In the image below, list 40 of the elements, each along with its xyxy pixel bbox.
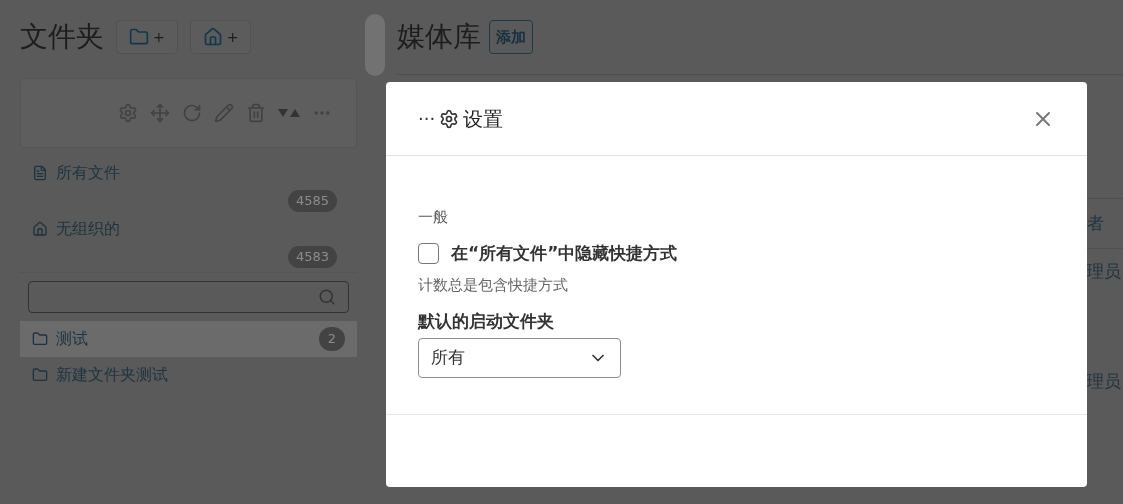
new-folder-button[interactable]: + [189,20,252,54]
folder-icon [32,367,48,383]
column-header: 者 [1087,211,1104,235]
scrollbar-handle[interactable] [365,14,385,76]
hint-text: 计数总是包含快捷方式 [418,275,569,296]
select-label: 默认的启动文件夹 [418,309,555,333]
folder-icon [129,27,149,47]
tree-item[interactable]: 所有文件 [56,161,120,185]
folder-label: 测试 [56,328,89,350]
pencil-icon[interactable] [214,103,234,123]
search-field[interactable] [28,281,349,313]
folder-item[interactable]: 测试 2 [20,321,357,357]
folder-select[interactable]: 所有 [418,338,621,378]
add-button[interactable]: 添加 [489,20,533,54]
table-cell-text: 理员 [1087,260,1121,283]
page-title: 媒体库 [397,19,481,55]
home-icon [32,221,48,237]
settings-icon [439,108,460,129]
trash-icon[interactable] [246,103,266,123]
folder-label: 新建文件夹测试 [56,364,169,386]
count-badge: 4585 [287,190,337,212]
settings-icon[interactable] [118,103,138,123]
new-folder-button[interactable]: + [116,20,178,54]
count-badge: 4583 [287,246,337,268]
sidebar-title: 文件夹 [20,19,104,55]
sort-icon[interactable] [278,107,300,119]
tree-item[interactable]: 无组织的 [56,217,120,241]
section-label: 一般 [418,207,449,228]
search-icon [318,288,336,306]
count-badge: 2 [319,327,345,351]
folder-icon [32,331,48,347]
checkbox[interactable] [418,242,439,264]
refresh-icon[interactable] [182,103,202,123]
move-icon[interactable] [150,103,170,123]
table-cell-text: 理员 [1087,370,1121,393]
more-dots: ··· [418,107,436,131]
checkbox-label: 在“所有文件”中隐藏快捷方式 [451,241,678,265]
dialog-title: 设置 [463,105,505,133]
file-icon [32,165,48,181]
home-icon [202,27,223,47]
